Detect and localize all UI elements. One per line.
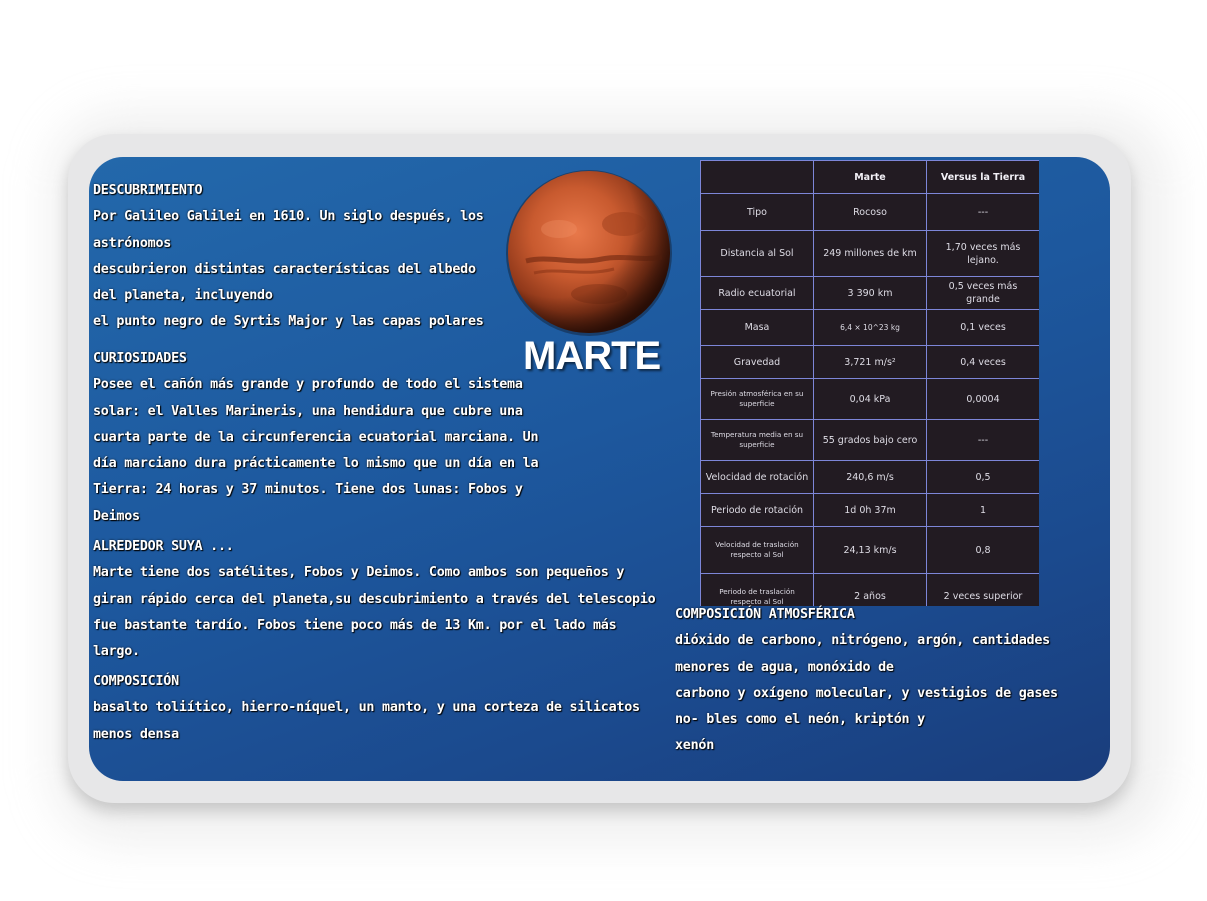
composition-line: basalto toliítico, hierro-níquel, un man… [93, 700, 640, 716]
table-header-mars: Marte [813, 160, 927, 194]
discovery-line: astrónomos [93, 235, 172, 251]
around-line: fue bastante tardío. Fobos tiene poco má… [93, 617, 617, 633]
curiosities-heading: CURIOSIDADES [93, 351, 187, 366]
curiosities-section: CURIOSIDADES Posee el cañón más grande y… [93, 346, 539, 530]
table-row: Masa 6,4 × 10^23 kg 0,1 veces [700, 309, 1039, 346]
atmosphere-line: menores de agua, monóxido de [675, 659, 894, 675]
atmosphere-line: no- bles como el neón, kriptón y [675, 712, 925, 728]
discovery-line: del planeta, incluyendo [93, 288, 273, 304]
table-cell-earth: 1,70 veces más lejano. [926, 230, 1039, 277]
table-cell-earth: --- [926, 419, 1039, 461]
atmosphere-line: dióxido de carbono, nitrógeno, argón, ca… [675, 633, 1050, 649]
mars-data-table: Marte Versus la Tierra Tipo Rocoso --- D… [700, 160, 1039, 606]
table-row: Radio ecuatorial 3 390 km 0,5 veces más … [700, 276, 1039, 310]
table-cell-earth: 0,1 veces [926, 309, 1039, 346]
table-cell-earth: 0,5 [926, 460, 1039, 494]
table-cell-label: Velocidad de traslación respecto al Sol [700, 526, 814, 574]
composition-heading: COMPOSICIÓN [93, 674, 179, 689]
table-row: Velocidad de traslación respecto al Sol … [700, 526, 1039, 574]
discovery-section: DESCUBRIMIENTO Por Galileo Galilei en 16… [93, 178, 484, 336]
table-row: Temperatura media en su superficie 55 gr… [700, 419, 1039, 461]
table-header-row: Marte Versus la Tierra [700, 160, 1039, 194]
table-cell-mars: 6,4 × 10^23 kg [813, 309, 927, 346]
table-cell-earth: --- [926, 193, 1039, 231]
table-header-earth: Versus la Tierra [926, 160, 1039, 194]
mars-planet-image [506, 170, 672, 336]
table-cell-earth: 0,4 veces [926, 345, 1039, 379]
discovery-heading: DESCUBRIMIENTO [93, 183, 203, 198]
around-section: ALREDEDOR SUYA ... Marte tiene dos satél… [93, 534, 656, 665]
table-cell-earth: 0,0004 [926, 378, 1039, 420]
table-cell-label: Velocidad de rotación [700, 460, 814, 494]
table-row: Tipo Rocoso --- [700, 193, 1039, 231]
table-cell-label: Gravedad [700, 345, 814, 379]
table-cell-label: Distancia al Sol [700, 230, 814, 277]
table-cell-mars: 3 390 km [813, 276, 927, 310]
table-cell-label: Temperatura media en su superficie [700, 419, 814, 461]
discovery-line: el punto negro de Syrtis Major y las cap… [93, 314, 484, 330]
table-cell-label: Tipo [700, 193, 814, 231]
around-line: largo. [93, 644, 140, 660]
curiosities-line: Posee el cañón más grande y profundo de … [93, 377, 523, 393]
discovery-line: Por Galileo Galilei en 1610. Un siglo de… [93, 209, 484, 225]
table-cell-label: Periodo de rotación [700, 493, 814, 527]
table-cell-label: Presión atmosférica en su superficie [700, 378, 814, 420]
table-cell-earth: 0,5 veces más grande [926, 276, 1039, 310]
table-header-empty [700, 160, 814, 194]
curiosities-line: solar: el Valles Marineris, una hendidur… [93, 403, 523, 419]
table-row: Distancia al Sol 249 millones de km 1,70… [700, 230, 1039, 277]
table-row: Gravedad 3,721 m/s² 0,4 veces [700, 345, 1039, 379]
table-row: Velocidad de rotación 240,6 m/s 0,5 [700, 460, 1039, 494]
curiosities-line: Tierra: 24 horas y 37 minutos. Tiene dos… [93, 482, 523, 498]
table-cell-mars: 3,721 m/s² [813, 345, 927, 379]
curiosities-line: cuarta parte de la circunferencia ecuato… [93, 429, 539, 445]
discovery-line: descubrieron distintas características d… [93, 261, 476, 277]
atmosphere-line: xenón [675, 738, 715, 754]
table-row: Periodo de rotación 1d 0h 37m 1 [700, 493, 1039, 527]
table-cell-mars: 240,6 m/s [813, 460, 927, 494]
table-row: Presión atmosférica en su superficie 0,0… [700, 378, 1039, 420]
curiosities-line: día marciano dura prácticamente lo mismo… [93, 456, 539, 472]
table-cell-mars: 24,13 km/s [813, 526, 927, 574]
composition-section: COMPOSICIÓN basalto toliítico, hierro-ní… [93, 669, 640, 748]
mars-info-panel: DESCUBRIMIENTO Por Galileo Galilei en 16… [89, 157, 1110, 781]
composition-line: menos densa [93, 726, 179, 742]
atmosphere-heading: COMPOSICIÓN ATMOSFÉRICA [675, 607, 855, 622]
atmosphere-section: COMPOSICIÓN ATMOSFÉRICA dióxido de carbo… [675, 602, 1058, 760]
curiosities-line: Deimos [93, 508, 140, 524]
table-cell-mars: 0,04 kPa [813, 378, 927, 420]
table-cell-earth: 1 [926, 493, 1039, 527]
around-heading: ALREDEDOR SUYA ... [93, 539, 234, 554]
around-line: giran rápido cerca del planeta,su descub… [93, 591, 656, 607]
table-cell-label: Masa [700, 309, 814, 346]
around-line: Marte tiene dos satélites, Fobos y Deimo… [93, 565, 625, 581]
table-cell-mars: 249 millones de km [813, 230, 927, 277]
table-cell-mars: 55 grados bajo cero [813, 419, 927, 461]
table-cell-mars: 1d 0h 37m [813, 493, 927, 527]
table-cell-label: Radio ecuatorial [700, 276, 814, 310]
atmosphere-line: carbono y oxígeno molecular, y vestigios… [675, 685, 1058, 701]
planet-title: MARTE [523, 334, 661, 378]
table-cell-earth: 0,8 [926, 526, 1039, 574]
table-cell-mars: Rocoso [813, 193, 927, 231]
